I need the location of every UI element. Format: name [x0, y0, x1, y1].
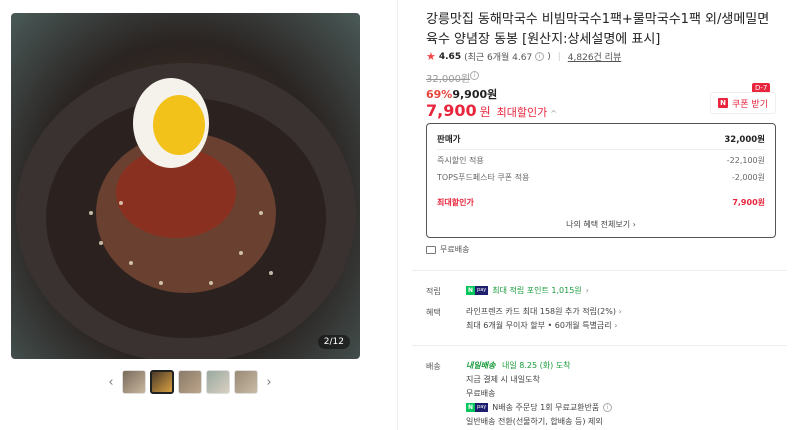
npay-icon: Npay — [466, 403, 489, 412]
delivery-arrival-row: 내일배송 내일 8.25 (화) 도착 — [466, 360, 570, 371]
arrival-date: 내일 8.25 (화) 도착 — [502, 361, 571, 370]
delivery-line: 무료배송 — [466, 389, 496, 398]
benefits-label: 혜택 — [426, 308, 441, 317]
rating-detail: (최근 6개월 4.67 — [464, 53, 533, 63]
price-row-label: 최대할인가 — [437, 198, 474, 207]
truck-icon — [426, 245, 436, 254]
thumbnail-strip: ‹ › — [104, 369, 276, 395]
max-price-label: 최대할인가 — [496, 106, 548, 119]
benefit-line-1[interactable]: 라인프렌즈 카드 최대 158원 추가 적립(2%) › — [466, 306, 622, 317]
points-label: 적립 — [426, 287, 441, 296]
price-row-label: 즉시할인 적용 — [437, 156, 484, 165]
rating-row: ★ 4.65 (최근 6개월 4.67 i) | 4,826건 리뷰 — [426, 50, 621, 63]
chevron-right-icon[interactable]: › — [262, 369, 276, 395]
coupon-n-icon: N — [718, 98, 728, 108]
chevron-left-icon[interactable]: ‹ — [104, 369, 118, 395]
max-discount-row[interactable]: 7,900 원 최대할인가 ^ — [426, 101, 557, 120]
section-divider — [412, 270, 787, 271]
image-counter: 2/12 — [317, 335, 350, 349]
price-row-value: -2,000원 — [731, 173, 765, 182]
original-price: 32,000원 — [426, 74, 471, 85]
price-row-label: TOPS푸드페스타 쿠폰 적용 — [437, 173, 530, 182]
divider — [437, 149, 765, 150]
price-row-coupon: TOPS푸드페스타 쿠폰 적용 -2,000원 — [437, 169, 765, 186]
info-icon[interactable]: i — [470, 71, 479, 80]
delivery-label: 배송 — [426, 362, 441, 371]
delivery-line: 일반배송 전환(선물하기, 합배송 등) 제외 — [466, 417, 603, 426]
price-row-value: 32,000원 — [724, 134, 765, 145]
view-all-benefits-link[interactable]: 나의 혜택 전체보기 › — [427, 219, 775, 230]
coupon-button[interactable]: N 쿠폰 받기 — [710, 92, 776, 114]
max-price-unit: 원 — [479, 105, 491, 119]
price-row-label: 판매가 — [437, 134, 461, 145]
star-icon: ★ — [426, 50, 436, 63]
benefit-text: 최대 6개월 무이자 할부 • 60개월 특별금리 — [466, 321, 612, 330]
chevron-right-icon: › — [585, 286, 589, 295]
info-icon[interactable]: i — [603, 403, 613, 412]
section-divider — [412, 345, 787, 346]
delivery-return-text: N배송 주문당 1회 무료교환반품 — [492, 403, 600, 412]
review-count-link[interactable]: 4,826건 리뷰 — [568, 50, 621, 63]
benefit-line-2[interactable]: 최대 6개월 무이자 할부 • 60개월 특별금리 › — [466, 320, 617, 331]
discount-price: 9,900원 — [452, 88, 498, 101]
max-price: 7,900 — [426, 101, 477, 120]
chevron-up-icon: ^ — [550, 109, 557, 118]
free-shipping-row: 무료배송 — [426, 244, 469, 255]
product-main-image[interactable]: 2/12 — [11, 13, 360, 359]
info-icon[interactable]: i — [535, 52, 545, 61]
thumbnail[interactable] — [178, 370, 202, 394]
tomorrow-delivery-icon: 내일배송 — [466, 361, 496, 370]
delivery-line: 지금 결제 시 내일도착 — [466, 375, 540, 384]
price-row-value: 7,900원 — [732, 198, 765, 207]
points-text: 최대 적립 포인트 1,015원 — [492, 286, 582, 295]
rating-detail-close: ) — [547, 51, 551, 62]
price-row-sale: 판매가 32,000원 — [437, 130, 765, 147]
discount-row: 69%9,900원 — [426, 86, 497, 102]
column-divider — [397, 0, 398, 430]
chevron-right-icon: › — [614, 321, 618, 330]
benefit-text: 라인프렌즈 카드 최대 158원 추가 적립(2%) — [466, 307, 616, 316]
coupon-label: 쿠폰 받기 — [732, 99, 768, 110]
delivery-return-row: Npay N배송 주문당 1회 무료교환반품 i — [466, 402, 613, 413]
price-row-max: 최대할인가 7,900원 — [437, 194, 765, 211]
free-shipping-label: 무료배송 — [440, 245, 470, 254]
thumbnail[interactable] — [122, 370, 146, 394]
chevron-right-icon: › — [618, 307, 622, 316]
thumbnail[interactable] — [234, 370, 258, 394]
rating-value: 4.65 — [438, 51, 462, 62]
noodle-bowl-image — [16, 63, 356, 359]
product-title: 강릉맛집 동해막국수 비빔막국수1팩+물막국수1팩 외/생메밀면 육수 양념장 … — [426, 12, 770, 47]
price-row-instant-discount: 즉시할인 적용 -22,100원 — [437, 152, 765, 169]
thumbnail[interactable] — [206, 370, 230, 394]
discount-rate: 69% — [426, 88, 453, 101]
npay-icon: Npay — [466, 286, 489, 295]
separator: | — [557, 51, 561, 62]
points-row[interactable]: Npay 최대 적립 포인트 1,015원 › — [466, 285, 589, 296]
price-row-value: -22,100원 — [726, 156, 765, 165]
thumbnail-active[interactable] — [150, 370, 174, 394]
price-breakdown-box: 판매가 32,000원 즉시할인 적용 -22,100원 TOPS푸드페스타 쿠… — [426, 123, 776, 238]
